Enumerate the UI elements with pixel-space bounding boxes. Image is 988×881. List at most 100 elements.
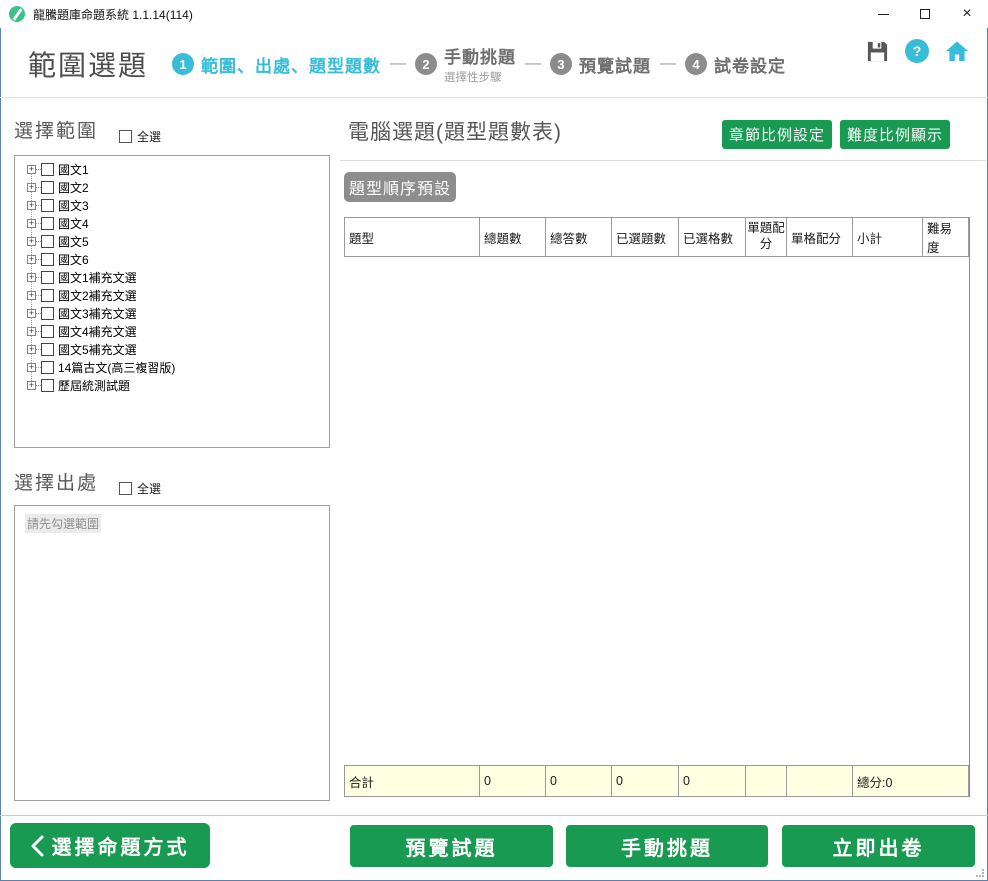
app-window: { "window": { "title": "龍騰題庫命題系統 1.1.14(… [0, 0, 988, 881]
tree-item[interactable]: + 國文2補充文選 [15, 286, 329, 304]
source-select-all[interactable]: 全選 [119, 480, 161, 497]
close-icon: × [962, 6, 971, 22]
resize-grip[interactable] [976, 869, 984, 877]
expand-plus-icon[interactable]: + [27, 237, 36, 246]
tree-item-checkbox[interactable] [41, 343, 54, 356]
window-controls: × [862, 0, 988, 28]
column-header: 題型 [345, 218, 480, 257]
source-select-all-label: 全選 [137, 480, 161, 497]
tree-item-label[interactable]: 國文6 [58, 251, 89, 268]
tree-item-label[interactable]: 國文2 [58, 179, 89, 196]
tree-item-checkbox[interactable] [41, 163, 54, 176]
chapter-ratio-button[interactable]: 章節比例設定 [722, 120, 832, 149]
expand-plus-icon[interactable]: + [27, 201, 36, 210]
tree-item-label[interactable]: 國文1補充文選 [58, 269, 137, 286]
range-select-all-label: 全選 [137, 128, 161, 145]
tree-item-checkbox[interactable] [41, 289, 54, 302]
expand-plus-icon[interactable]: + [27, 345, 36, 354]
column-header: 已選格數 [679, 218, 746, 257]
tree-item-checkbox[interactable] [41, 217, 54, 230]
source-list-box[interactable]: 請先勾選範圍 [14, 505, 330, 801]
tree-item-checkbox[interactable] [41, 271, 54, 284]
tree-item[interactable]: + 國文5 [15, 232, 329, 250]
page-title: 範圍選題 [28, 44, 148, 84]
tree-item-label[interactable]: 國文3補充文選 [58, 305, 137, 322]
tree-item-checkbox[interactable] [41, 325, 54, 338]
tree-item[interactable]: + 國文6 [15, 250, 329, 268]
save-button[interactable] [864, 38, 890, 64]
footer-cell: 0 [546, 766, 612, 797]
range-tree: + 國文1 + 國文2 + 國文3 + 國文4 + 國文5 + 國文6 + 國文1補充文選 + 國文2補充文選… [15, 160, 329, 447]
tree-item-checkbox[interactable] [41, 253, 54, 266]
expand-plus-icon[interactable]: + [27, 327, 36, 336]
step-label-wrap: 試卷設定 [714, 52, 786, 77]
range-select-all[interactable]: 全選 [119, 128, 161, 145]
tree-item-label[interactable]: 14篇古文(高三複習版) [58, 359, 175, 376]
expand-plus-icon[interactable]: + [27, 363, 36, 372]
tree-item[interactable]: + 國文3補充文選 [15, 304, 329, 322]
step-4: 4 試卷設定 [685, 52, 786, 77]
tree-item[interactable]: + 歷屆統測試題 [15, 376, 329, 394]
expand-plus-icon[interactable]: + [27, 255, 36, 264]
close-button[interactable]: × [946, 0, 988, 28]
range-tree-box[interactable]: + 國文1 + 國文2 + 國文3 + 國文4 + 國文5 + 國文6 + 國文1補充文選 + 國文2補充文選… [14, 155, 330, 448]
tree-item-label[interactable]: 國文5補充文選 [58, 341, 137, 358]
tree-item-label[interactable]: 國文2補充文選 [58, 287, 137, 304]
help-button[interactable]: ? [904, 38, 930, 64]
tree-item[interactable]: + 國文1 [15, 160, 329, 178]
expand-plus-icon[interactable]: + [27, 165, 36, 174]
generate-exam-button[interactable]: 立即出卷 [782, 825, 975, 867]
manual-pick-button[interactable]: 手動挑題 [566, 825, 768, 867]
back-to-method-button[interactable]: 選擇命題方式 [10, 823, 210, 868]
range-section-title: 選擇範圍 [14, 116, 98, 143]
tree-item[interactable]: + 國文2 [15, 178, 329, 196]
step-separator: — [660, 55, 676, 73]
tree-item-checkbox[interactable] [41, 379, 54, 392]
expand-plus-icon[interactable]: + [27, 219, 36, 228]
tree-item[interactable]: + 國文4補充文選 [15, 322, 329, 340]
difficulty-ratio-button[interactable]: 難度比例顯示 [840, 120, 950, 149]
step-label: 範圍、出處、題型題數 [201, 52, 381, 77]
tree-item-checkbox[interactable] [41, 181, 54, 194]
tree-item[interactable]: + 國文4 [15, 214, 329, 232]
preview-questions-button[interactable]: 預覽試題 [350, 825, 553, 867]
tree-item-checkbox[interactable] [41, 361, 54, 374]
step-label-wrap: 範圍、出處、題型題數 [201, 52, 381, 77]
expand-plus-icon[interactable]: + [27, 309, 36, 318]
source-empty-hint: 請先勾選範圍 [25, 514, 101, 533]
expand-plus-icon[interactable]: + [27, 381, 36, 390]
step-number-badge: 4 [685, 53, 707, 75]
expand-plus-icon[interactable]: + [27, 183, 36, 192]
header-separator [0, 97, 988, 98]
tree-item-label[interactable]: 國文4補充文選 [58, 323, 137, 340]
tree-item[interactable]: + 國文5補充文選 [15, 340, 329, 358]
source-select-all-checkbox[interactable] [119, 482, 132, 495]
tree-item-checkbox[interactable] [41, 199, 54, 212]
column-header: 單格配分 [787, 218, 853, 257]
tree-item-checkbox[interactable] [41, 307, 54, 320]
step-indicator: 1範圍、出處、題型題數—2手動挑題選擇性步驟—3預覽試題—4試卷設定 [172, 36, 786, 92]
tree-item-label[interactable]: 國文5 [58, 233, 89, 250]
step-label: 預覽試題 [579, 52, 651, 77]
step-number-badge: 1 [172, 53, 194, 75]
tree-item[interactable]: +14篇古文(高三複習版) [15, 358, 329, 376]
type-order-button[interactable]: 題型順序預設 [344, 172, 456, 202]
app-logo-icon [9, 6, 25, 22]
table-body-empty [344, 257, 969, 765]
tree-item-checkbox[interactable] [41, 235, 54, 248]
tree-item[interactable]: + 國文1補充文選 [15, 268, 329, 286]
tree-item[interactable]: + 國文3 [15, 196, 329, 214]
tree-item-label[interactable]: 國文1 [58, 161, 89, 178]
expand-plus-icon[interactable]: + [27, 291, 36, 300]
column-header: 難易度 [923, 218, 969, 257]
tree-item-label[interactable]: 國文4 [58, 215, 89, 232]
maximize-button[interactable] [904, 0, 946, 28]
home-button[interactable] [944, 38, 970, 64]
tree-item-label[interactable]: 歷屆統測試題 [58, 377, 130, 394]
expand-plus-icon[interactable]: + [27, 273, 36, 282]
step-label: 手動挑題 [444, 43, 516, 68]
range-select-all-checkbox[interactable] [119, 130, 132, 143]
tree-item-label[interactable]: 國文3 [58, 197, 89, 214]
minimize-button[interactable] [862, 0, 904, 28]
source-section-title: 選擇出處 [14, 468, 98, 495]
